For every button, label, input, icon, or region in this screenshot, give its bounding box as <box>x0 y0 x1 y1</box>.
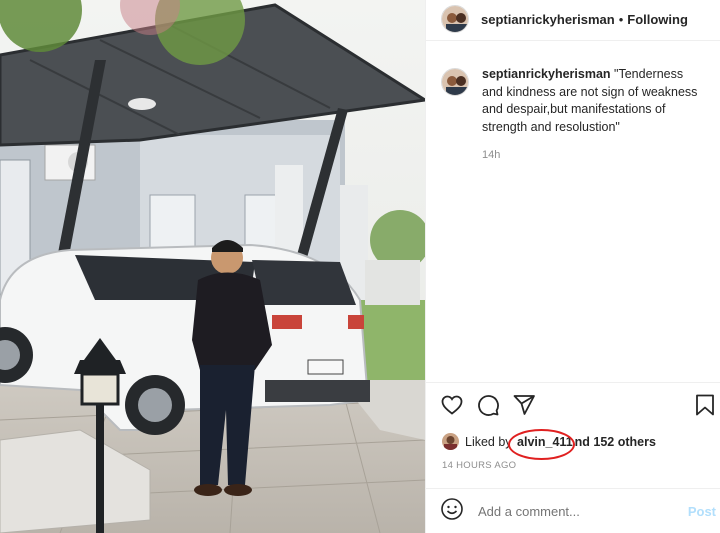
divider <box>426 40 720 41</box>
photo-scene <box>0 0 425 533</box>
action-bar <box>440 393 716 419</box>
paper-plane-icon[interactable] <box>512 393 536 422</box>
caption-text-line: septianrickyherisman "Tenderness and kin… <box>482 66 702 136</box>
following-button[interactable]: Following <box>627 12 688 27</box>
divider <box>426 488 720 489</box>
caption-block: septianrickyherisman "Tenderness and kin… <box>441 66 716 165</box>
comment-bar: Post <box>440 497 716 526</box>
caption-username[interactable]: septianrickyherisman <box>482 67 611 81</box>
liker-avatar[interactable] <box>442 433 459 450</box>
heart-icon[interactable] <box>440 393 464 422</box>
divider <box>426 382 720 383</box>
post-photo[interactable] <box>0 0 425 533</box>
likes-count[interactable]: nd 152 others <box>575 435 656 449</box>
liked-by-prefix: Liked by <box>465 434 512 449</box>
post-username[interactable]: septianrickyherisman <box>481 12 615 27</box>
separator-dot: • <box>618 11 624 27</box>
avatar[interactable] <box>441 5 469 33</box>
comment-bubble-icon[interactable] <box>476 393 500 422</box>
emoji-icon[interactable] <box>440 497 464 526</box>
liker-username[interactable]: alvin_411 <box>508 428 575 460</box>
post-timestamp[interactable]: 14 HOURS AGO <box>442 460 516 471</box>
caption-body: septianrickyherisman "Tenderness and kin… <box>482 66 702 165</box>
post-comment-button[interactable]: Post <box>688 504 716 519</box>
post-header: septianrickyherisman • Following <box>426 0 720 38</box>
caption-time[interactable]: 14h <box>482 147 702 165</box>
comment-input[interactable] <box>478 503 678 519</box>
bookmark-icon[interactable] <box>694 393 716 422</box>
avatar[interactable] <box>441 68 469 96</box>
likes-summary: Liked by alvin_411 nd 152 others <box>442 428 656 460</box>
post-side-panel: septianrickyherisman • Following septian… <box>425 0 720 533</box>
